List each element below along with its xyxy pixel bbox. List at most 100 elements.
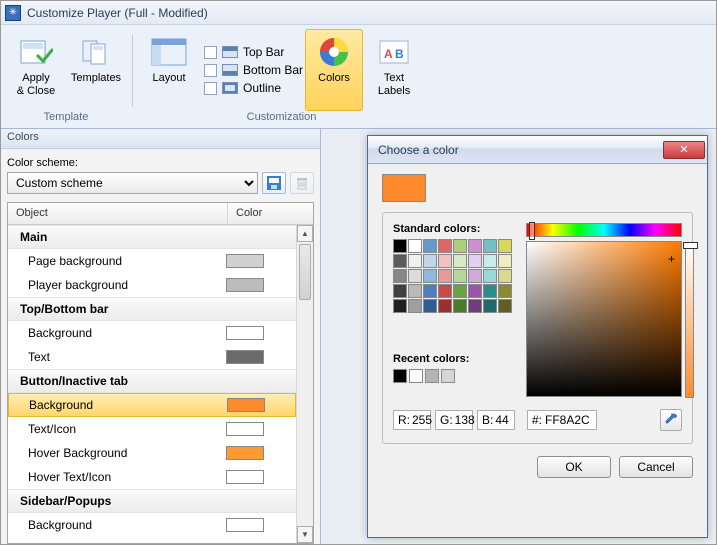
recent-colors-row: [393, 369, 512, 383]
color-swatch[interactable]: [226, 350, 264, 364]
close-button[interactable]: ✕: [663, 141, 705, 159]
standard-color-cell[interactable]: [438, 269, 452, 283]
layout-icon: [150, 34, 188, 70]
text-labels-button[interactable]: AB Text Labels: [365, 29, 423, 111]
color-row[interactable]: Background: [8, 393, 296, 417]
standard-color-cell[interactable]: [423, 269, 437, 283]
standard-color-cell[interactable]: [468, 284, 482, 298]
standard-color-cell[interactable]: [438, 284, 452, 298]
standard-color-cell[interactable]: [423, 284, 437, 298]
standard-color-cell[interactable]: [468, 254, 482, 268]
separator: [132, 35, 133, 107]
color-row[interactable]: Page background: [8, 249, 296, 273]
templates-button[interactable]: Templates: [67, 29, 125, 111]
category-row: Main: [8, 225, 296, 249]
standard-color-cell[interactable]: [423, 239, 437, 253]
color-swatch[interactable]: [226, 470, 264, 484]
bottombar-checkbox[interactable]: Bottom Bar: [204, 63, 303, 77]
alpha-slider[interactable]: [685, 242, 694, 398]
color-swatch[interactable]: [226, 446, 264, 460]
ok-button[interactable]: OK: [537, 456, 611, 478]
scroll-up-button[interactable]: ▲: [297, 225, 313, 242]
color-row[interactable]: Background: [8, 321, 296, 345]
standard-color-cell[interactable]: [453, 254, 467, 268]
color-row[interactable]: Hover Background: [8, 441, 296, 465]
standard-color-cell[interactable]: [498, 299, 512, 313]
standard-color-cell[interactable]: [498, 254, 512, 268]
standard-color-cell[interactable]: [453, 284, 467, 298]
standard-color-cell[interactable]: [498, 284, 512, 298]
standard-color-cell[interactable]: [453, 239, 467, 253]
outline-checkbox[interactable]: Outline: [204, 81, 303, 95]
color-row[interactable]: Player background: [8, 273, 296, 297]
scroll-down-button[interactable]: ▼: [297, 526, 313, 543]
standard-color-cell[interactable]: [483, 299, 497, 313]
standard-color-cell[interactable]: [408, 269, 422, 283]
b-input[interactable]: B:44: [477, 410, 515, 430]
templates-icon: [77, 34, 115, 70]
topbar-checkbox[interactable]: Top Bar: [204, 45, 303, 59]
apply-close-button[interactable]: Apply & Close: [7, 29, 65, 111]
standard-color-cell[interactable]: [468, 239, 482, 253]
standard-color-cell[interactable]: [498, 269, 512, 283]
standard-color-cell[interactable]: [393, 239, 407, 253]
color-row[interactable]: Hover Text/Icon: [8, 465, 296, 489]
standard-color-cell[interactable]: [393, 299, 407, 313]
g-input[interactable]: G:138: [435, 410, 473, 430]
color-row[interactable]: Text/Icon: [8, 417, 296, 441]
color-swatch[interactable]: [226, 278, 264, 292]
panel-title: Colors: [1, 129, 320, 149]
recent-color-cell[interactable]: [409, 369, 423, 383]
standard-color-cell[interactable]: [498, 239, 512, 253]
standard-color-cell[interactable]: [393, 254, 407, 268]
save-scheme-button[interactable]: [262, 172, 286, 194]
r-input[interactable]: R:255: [393, 410, 431, 430]
scrollbar[interactable]: ▲ ▼: [296, 225, 313, 543]
standard-color-cell[interactable]: [453, 269, 467, 283]
eyedropper-button[interactable]: [660, 409, 682, 431]
color-swatch[interactable]: [226, 326, 264, 340]
recent-color-cell[interactable]: [441, 369, 455, 383]
row-label: Sidebar/Popups: [16, 494, 226, 508]
color-swatch[interactable]: [227, 398, 265, 412]
color-row[interactable]: Text: [8, 345, 296, 369]
standard-color-cell[interactable]: [453, 299, 467, 313]
scheme-select[interactable]: Custom scheme: [7, 172, 258, 194]
standard-color-cell[interactable]: [408, 299, 422, 313]
standard-color-cell[interactable]: [438, 299, 452, 313]
hue-handle[interactable]: [529, 222, 535, 240]
standard-color-cell[interactable]: [438, 239, 452, 253]
standard-color-cell[interactable]: [468, 299, 482, 313]
saturation-value-box[interactable]: +: [526, 241, 682, 397]
colors-button[interactable]: Colors: [305, 29, 363, 111]
color-swatch[interactable]: [226, 254, 264, 268]
color-swatch[interactable]: [226, 422, 264, 436]
standard-color-cell[interactable]: [408, 284, 422, 298]
row-label: Player background: [16, 278, 226, 292]
alpha-handle[interactable]: [683, 242, 698, 249]
standard-color-cell[interactable]: [483, 254, 497, 268]
layout-button[interactable]: Layout: [140, 29, 198, 111]
standard-color-cell[interactable]: [423, 299, 437, 313]
row-label: Background: [17, 398, 227, 412]
recent-color-cell[interactable]: [425, 369, 439, 383]
sv-cursor: +: [668, 252, 675, 266]
standard-color-cell[interactable]: [483, 284, 497, 298]
standard-color-cell[interactable]: [408, 239, 422, 253]
recent-color-cell[interactable]: [393, 369, 407, 383]
standard-color-cell[interactable]: [393, 284, 407, 298]
standard-color-cell[interactable]: [408, 254, 422, 268]
standard-color-cell[interactable]: [468, 269, 482, 283]
scroll-thumb[interactable]: [299, 244, 311, 300]
standard-color-cell[interactable]: [438, 254, 452, 268]
standard-color-cell[interactable]: [483, 269, 497, 283]
standard-color-cell[interactable]: [393, 269, 407, 283]
color-row[interactable]: Background: [8, 513, 296, 537]
cancel-button[interactable]: Cancel: [619, 456, 693, 478]
standard-color-cell[interactable]: [423, 254, 437, 268]
hue-slider[interactable]: [526, 223, 682, 237]
hex-input[interactable]: #:FF8A2C: [527, 410, 597, 430]
standard-color-cell[interactable]: [483, 239, 497, 253]
group-label-template: Template: [44, 111, 89, 123]
color-swatch[interactable]: [226, 518, 264, 532]
